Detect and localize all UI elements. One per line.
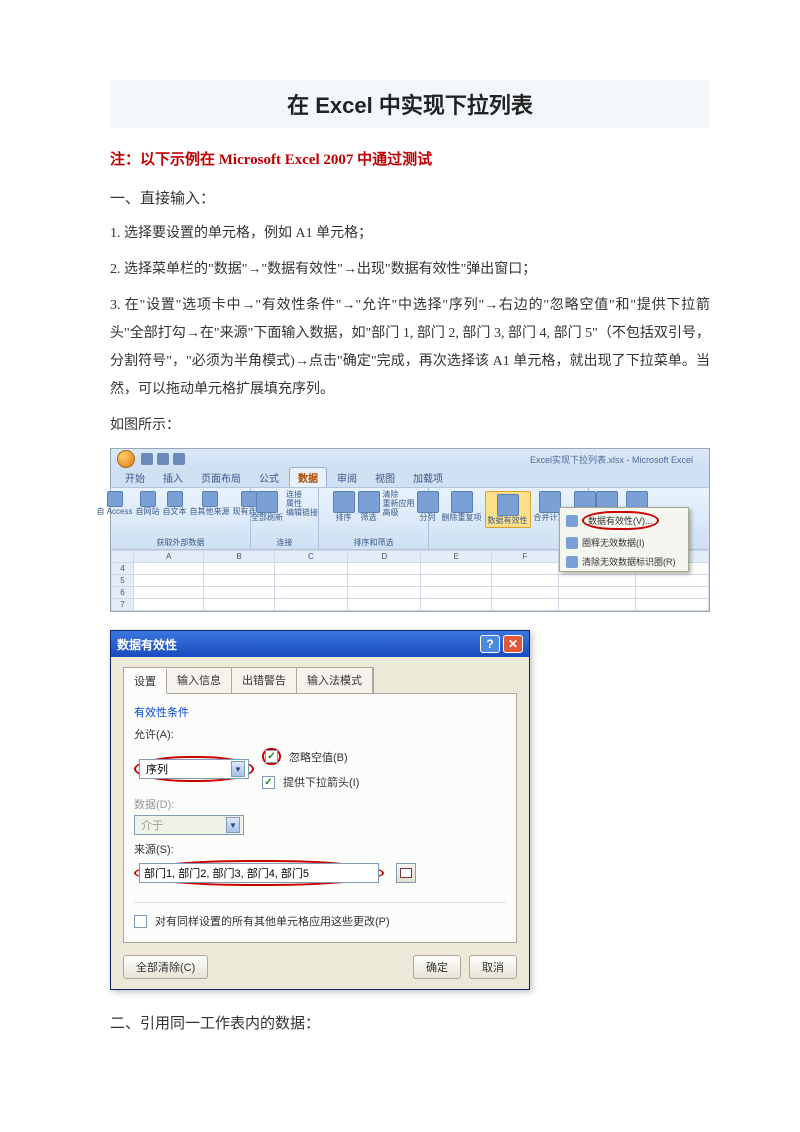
- btn-from-access[interactable]: 自 Access: [97, 491, 133, 516]
- window-titlebar: Excel实现下拉列表.xlsx - Microsoft Excel: [111, 449, 709, 469]
- clear-all-button[interactable]: 全部清除(C): [123, 955, 208, 979]
- menu-item-clear-circles[interactable]: 清除无效数据标识圈(R): [560, 552, 688, 571]
- apply-all-label: 对有同样设置的所有其他单元格应用这些更改(P): [155, 913, 390, 929]
- cancel-button[interactable]: 取消: [469, 955, 517, 979]
- allow-highlight: 序列 ▼: [134, 756, 254, 782]
- btn-edit-links[interactable]: 编辑链接: [286, 509, 318, 517]
- btn-from-web[interactable]: 自网站: [136, 491, 160, 516]
- btn-data-validation[interactable]: 数据有效性: [485, 491, 531, 528]
- quick-access-toolbar[interactable]: [141, 453, 185, 465]
- group-label: 排序和筛选: [354, 537, 394, 548]
- tab-page-layout[interactable]: 页面布局: [193, 468, 249, 487]
- allow-label: 允许(A):: [134, 726, 506, 742]
- window-title: Excel实现下拉列表.xlsx - Microsoft Excel: [185, 453, 703, 466]
- group-label: 获取外部数据: [157, 537, 205, 548]
- source-highlight: 部门1, 部门2, 部门3, 部门4, 部门5: [134, 860, 384, 886]
- btn-sort[interactable]: 排序: [333, 491, 355, 522]
- qat-icon[interactable]: [141, 453, 153, 465]
- show-dropdown-checkbox[interactable]: ✓: [262, 776, 275, 789]
- btn-refresh-all[interactable]: 全部刷新: [251, 491, 283, 522]
- tab-view[interactable]: 视图: [367, 468, 403, 487]
- fieldset-title: 有效性条件: [134, 704, 506, 720]
- paragraph-3: 3. 在"设置"选项卡中→"有效性条件"→"允许"中选择"序列"→右边的"忽略空…: [110, 292, 710, 404]
- tab-input-msg[interactable]: 输入信息: [167, 668, 232, 693]
- paragraph-2: 2. 选择菜单栏的"数据"→"数据有效性"→出现"数据有效性"弹出窗口；: [110, 256, 710, 284]
- dialog-tabs: 设置 输入信息 出错警告 输入法模式: [123, 667, 374, 693]
- data-validation-dropdown-menu: 数据有效性(V)... 圈释无效数据(I) 清除无效数据标识圈(R): [559, 507, 689, 572]
- btn-from-other[interactable]: 自其他来源: [190, 491, 230, 516]
- btn-clear[interactable]: 清除: [383, 491, 415, 499]
- tab-data[interactable]: 数据: [289, 467, 327, 487]
- chevron-down-icon[interactable]: ▼: [231, 761, 245, 777]
- clear-icon: [566, 556, 578, 568]
- source-label: 来源(S):: [134, 841, 506, 857]
- section-2-title: 二、引用同一工作表内的数据：: [110, 1012, 710, 1033]
- page-title-bar: 在 Excel 中实现下拉列表: [110, 80, 710, 128]
- validation-icon: [566, 515, 578, 527]
- note-text: 注：以下示例在 Microsoft Excel 2007 中通过测试: [110, 148, 710, 169]
- section-1-title: 一、直接输入：: [110, 187, 710, 208]
- ignore-blank-checkbox[interactable]: ✓: [265, 750, 278, 763]
- tab-insert[interactable]: 插入: [155, 468, 191, 487]
- range-picker-button[interactable]: [396, 863, 416, 883]
- data-select: 介于 ▼: [134, 815, 244, 835]
- chevron-down-icon: ▼: [226, 817, 240, 833]
- tab-formulas[interactable]: 公式: [251, 468, 287, 487]
- ignore-blank-label: 忽略空值(B): [289, 749, 348, 765]
- ignore-blank-highlight: ✓: [262, 748, 281, 765]
- data-label: 数据(D):: [134, 796, 506, 812]
- ribbon-tabs: 开始 插入 页面布局 公式 数据 审阅 视图 加载项: [111, 469, 709, 487]
- tab-ime-mode[interactable]: 输入法模式: [297, 668, 373, 693]
- source-input[interactable]: 部门1, 部门2, 部门3, 部门4, 部门5: [139, 863, 379, 883]
- tab-settings[interactable]: 设置: [124, 669, 167, 694]
- tab-content-settings: 有效性条件 允许(A): 序列 ▼ ✓ 忽略: [123, 693, 517, 943]
- group-sort-filter: 排序 筛选 清除 重新应用 高级 排序和筛选: [319, 488, 429, 549]
- group-label: [507, 539, 509, 548]
- dialog-titlebar: 数据有效性 ? ✕: [111, 631, 529, 657]
- data-validation-dialog: 数据有效性 ? ✕ 设置 输入信息 出错警告 输入法模式 有效性条件 允许(A)…: [110, 630, 530, 990]
- btn-advanced[interactable]: 高级: [383, 509, 415, 517]
- btn-reapply[interactable]: 重新应用: [383, 500, 415, 508]
- btn-connections[interactable]: 连接: [286, 491, 318, 499]
- tab-review[interactable]: 审阅: [329, 468, 365, 487]
- group-external-data: 自 Access 自网站 自文本 自其他来源 现有连接 获取外部数据: [111, 488, 251, 549]
- btn-from-text[interactable]: 自文本: [163, 491, 187, 516]
- paragraph-4: 如图所示：: [110, 412, 710, 440]
- show-dropdown-label: 提供下拉箭头(I): [283, 774, 359, 790]
- allow-select[interactable]: 序列 ▼: [139, 759, 249, 779]
- office-button-icon[interactable]: [117, 450, 135, 468]
- ok-button[interactable]: 确定: [413, 955, 461, 979]
- menu-item-circle-invalid[interactable]: 圈释无效数据(I): [560, 533, 688, 552]
- help-button[interactable]: ?: [480, 635, 500, 653]
- range-icon: [400, 868, 412, 878]
- paragraph-1: 1. 选择要设置的单元格，例如 A1 单元格；: [110, 220, 710, 248]
- group-label: 连接: [277, 537, 293, 548]
- group-connections: 全部刷新 连接 属性 编辑链接 连接: [251, 488, 319, 549]
- btn-remove-dup[interactable]: 删除重复项: [442, 491, 482, 528]
- page-title: 在 Excel 中实现下拉列表: [110, 88, 710, 120]
- qat-icon[interactable]: [173, 453, 185, 465]
- btn-filter[interactable]: 筛选: [358, 491, 380, 522]
- apply-all-checkbox[interactable]: [134, 915, 147, 928]
- tab-error-alert[interactable]: 出错警告: [232, 668, 297, 693]
- dialog-title: 数据有效性: [117, 636, 177, 653]
- excel-ribbon-screenshot: Excel实现下拉列表.xlsx - Microsoft Excel 开始 插入…: [110, 448, 710, 612]
- close-button[interactable]: ✕: [503, 635, 523, 653]
- tab-addins[interactable]: 加载项: [405, 468, 451, 487]
- menu-item-validation[interactable]: 数据有效性(V)...: [560, 508, 688, 533]
- tab-home[interactable]: 开始: [117, 468, 153, 487]
- circle-icon: [566, 537, 578, 549]
- btn-text-to-cols[interactable]: 分列: [417, 491, 439, 528]
- btn-properties[interactable]: 属性: [286, 500, 318, 508]
- qat-icon[interactable]: [157, 453, 169, 465]
